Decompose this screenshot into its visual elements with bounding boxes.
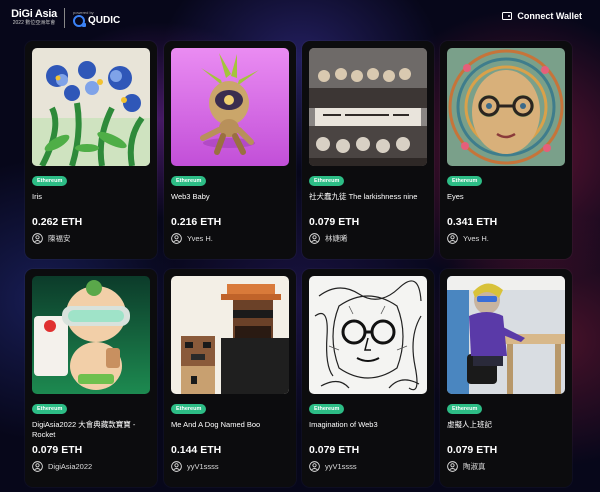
owner-name: yyV1ssss	[325, 462, 357, 471]
nft-card[interactable]: Ethereum Web3 Baby 0.216 ETH Yves H.	[164, 41, 296, 259]
nft-card[interactable]: Ethereum Me And A Dog Named Boo 0.144 ET…	[164, 269, 296, 487]
nft-card[interactable]: Ethereum Imagination of Web3 0.079 ETH y…	[302, 269, 434, 487]
owner-name: 陳福安	[48, 234, 71, 243]
nft-title[interactable]: Web3 Baby	[171, 192, 289, 202]
nft-title[interactable]: Me And A Dog Named Boo	[171, 420, 289, 440]
nft-owner[interactable]: DigiAsia2022	[32, 461, 150, 472]
nft-price: 0.262 ETH	[32, 216, 83, 228]
nft-price: 0.079 ETH	[32, 444, 83, 456]
nft-title[interactable]: Iris	[32, 192, 150, 202]
qudic-icon	[73, 14, 86, 27]
chain-badge: Ethereum	[309, 404, 345, 414]
nft-image[interactable]	[309, 48, 427, 166]
user-icon	[171, 233, 182, 244]
nft-title[interactable]: DigiAsia2022 大會典藏款寶寶 - Rocket	[32, 420, 150, 440]
nft-price: 0.079 ETH	[309, 216, 360, 228]
owner-name: yyV1ssss	[187, 462, 219, 471]
nft-image[interactable]	[447, 48, 565, 166]
nft-price: 0.079 ETH	[309, 444, 360, 456]
nft-title[interactable]: Imagination of Web3	[309, 420, 427, 440]
user-icon	[447, 233, 458, 244]
wallet-icon	[502, 12, 513, 20]
nft-owner[interactable]: 陶淑真	[447, 461, 565, 472]
chain-badge: Ethereum	[32, 404, 68, 414]
nft-owner[interactable]: yyV1ssss	[171, 461, 289, 472]
owner-name: Yves H.	[187, 234, 213, 243]
nft-image[interactable]	[447, 276, 565, 394]
owner-name: 林婕晞	[325, 234, 348, 243]
connect-wallet-button[interactable]: Connect Wallet	[502, 11, 582, 21]
chain-badge: Ethereum	[447, 404, 483, 414]
nft-image[interactable]	[32, 276, 150, 394]
user-icon	[447, 461, 458, 472]
nft-image[interactable]	[309, 276, 427, 394]
user-icon	[309, 461, 320, 472]
user-icon	[309, 233, 320, 244]
logo-subtext: 2022 數位亞洲年會	[12, 20, 56, 26]
nft-card[interactable]: Ethereum 社犬蠢九徒 The larkishness nine 0.07…	[302, 41, 434, 259]
user-icon	[32, 233, 43, 244]
partner-logo: powered by QUDIC	[73, 10, 120, 27]
nft-card[interactable]: Ethereum Eyes 0.341 ETH Yves H.	[440, 41, 572, 259]
nft-image[interactable]	[32, 48, 150, 166]
digiasia-logo[interactable]: DiGi Asia 2022 數位亞洲年會	[10, 9, 58, 27]
top-bar: DiGi Asia 2022 數位亞洲年會 powered by QUDIC C…	[0, 0, 600, 36]
chain-badge: Ethereum	[171, 176, 207, 186]
nft-price: 0.216 ETH	[171, 216, 222, 228]
nft-title[interactable]: Eyes	[447, 192, 565, 202]
nft-price: 0.341 ETH	[447, 216, 498, 228]
user-icon	[171, 461, 182, 472]
nft-title[interactable]: 社犬蠢九徒 The larkishness nine	[309, 192, 427, 202]
chain-badge: Ethereum	[171, 404, 207, 414]
owner-name: Yves H.	[463, 234, 489, 243]
nft-image[interactable]	[171, 48, 289, 166]
owner-name: 陶淑真	[463, 462, 486, 471]
chain-badge: Ethereum	[309, 176, 345, 186]
nft-card[interactable]: Ethereum Iris 0.262 ETH 陳福安	[25, 41, 157, 259]
nft-owner[interactable]: yyV1ssss	[309, 461, 427, 472]
nft-title[interactable]: 虛擬人上班記	[447, 420, 565, 440]
nft-price: 0.079 ETH	[447, 444, 498, 456]
nft-owner[interactable]: 林婕晞	[309, 233, 427, 244]
nft-owner[interactable]: 陳福安	[32, 233, 150, 244]
user-icon	[32, 461, 43, 472]
nft-card[interactable]: Ethereum DigiAsia2022 大會典藏款寶寶 - Rocket 0…	[25, 269, 157, 487]
owner-name: DigiAsia2022	[48, 462, 93, 471]
connect-wallet-label: Connect Wallet	[517, 11, 582, 21]
nft-owner[interactable]: Yves H.	[447, 233, 565, 244]
chain-badge: Ethereum	[32, 176, 68, 186]
nft-owner[interactable]: Yves H.	[171, 233, 289, 244]
logo-divider	[64, 8, 65, 28]
partner-name: QUDIC	[88, 15, 121, 26]
nft-card[interactable]: Ethereum 虛擬人上班記 0.079 ETH 陶淑真	[440, 269, 572, 487]
nft-image[interactable]	[171, 276, 289, 394]
chain-badge: Ethereum	[447, 176, 483, 186]
logo-text: DiGi Asia	[11, 8, 57, 20]
nft-price: 0.144 ETH	[171, 444, 222, 456]
